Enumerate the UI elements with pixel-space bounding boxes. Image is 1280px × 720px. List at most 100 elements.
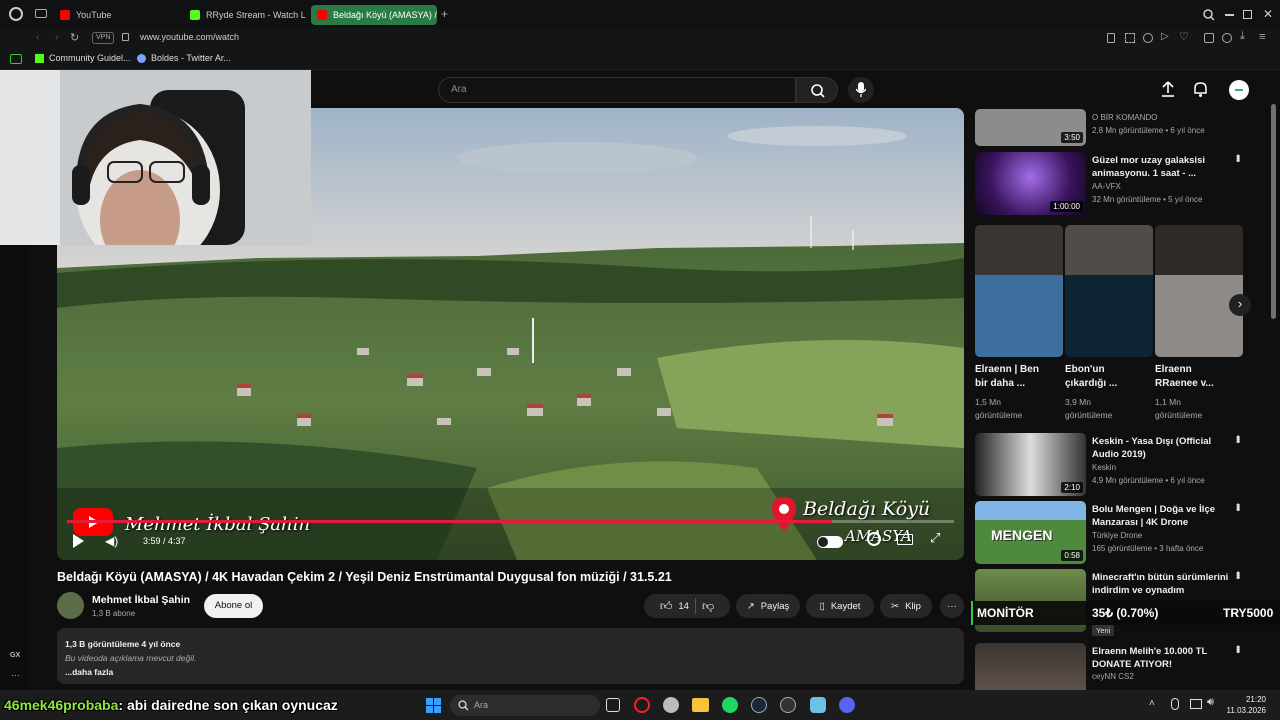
new-tab-plus-icon[interactable]: +: [441, 7, 448, 21]
like-count[interactable]: 14: [678, 601, 689, 612]
more-actions-button[interactable]: ···: [940, 594, 964, 618]
pin-icon[interactable]: [1107, 33, 1115, 43]
miniplayer-icon[interactable]: [897, 534, 913, 545]
upload-icon[interactable]: [1161, 81, 1175, 97]
short-thumbnail[interactable]: [975, 225, 1063, 357]
progress-fill: [67, 520, 833, 523]
search-input[interactable]: Ara: [438, 77, 796, 103]
channel-avatar[interactable]: [57, 592, 84, 619]
more-vert-icon[interactable]: •••: [1231, 503, 1245, 510]
bell-icon[interactable]: [1193, 81, 1208, 97]
close-icon[interactable]: ✕: [1263, 7, 1273, 21]
progress-bar[interactable]: [67, 520, 954, 523]
snapshot-icon[interactable]: [1125, 33, 1135, 43]
profile-icon[interactable]: [1222, 33, 1232, 43]
volume-icon[interactable]: ◀): [105, 534, 118, 548]
rec-title: Minecraft'ın bütün sürümlerini indirdim …: [1092, 572, 1229, 596]
search-tabs-icon[interactable]: [1203, 9, 1215, 21]
subscribe-button[interactable]: Abone ol: [204, 594, 263, 618]
like-icon[interactable]: 👍︎: [660, 599, 673, 614]
video-overlay-name: Mehmet İkbal Şahin: [125, 514, 311, 535]
play-button[interactable]: [73, 534, 84, 548]
channel-name[interactable]: Mehmet İkbal Şahin: [92, 594, 190, 606]
clock[interactable]: 21:20 11.03.2026: [1226, 694, 1266, 716]
tray-mic-icon[interactable]: [1171, 698, 1179, 710]
rec-channel: ceyNN CS2: [1092, 672, 1134, 681]
spotify-icon[interactable]: [722, 697, 738, 713]
mic-icon: [856, 82, 866, 97]
fullscreen-icon[interactable]: ⤢: [930, 530, 940, 546]
menu-icon[interactable]: ≡: [1259, 31, 1265, 43]
save-button[interactable]: ▯ Kaydet: [806, 594, 874, 618]
file-explorer-icon[interactable]: [692, 698, 709, 712]
windows-start-icon[interactable]: [426, 698, 441, 713]
more-vert-icon[interactable]: •••: [1231, 154, 1245, 161]
tab-youtube[interactable]: YouTube: [54, 5, 176, 25]
workspaces-icon[interactable]: [35, 9, 47, 18]
maximize-icon[interactable]: [1243, 10, 1252, 19]
obs-icon[interactable]: [780, 697, 796, 713]
discord-icon[interactable]: [839, 697, 855, 713]
autoplay-toggle[interactable]: [817, 536, 843, 548]
gx-label[interactable]: GX: [10, 652, 20, 659]
steam-icon[interactable]: [751, 697, 767, 713]
app-icon[interactable]: [810, 697, 826, 713]
tray-volume-icon[interactable]: 🔊︎: [1207, 696, 1214, 709]
reload-icon[interactable]: ↻: [70, 31, 79, 44]
more-vert-icon[interactable]: •••: [1231, 571, 1245, 578]
voice-search-button[interactable]: [848, 77, 874, 103]
more-vert-icon[interactable]: •••: [1231, 435, 1245, 442]
short-title[interactable]: Ebon'un çıkardığı ...: [1065, 363, 1137, 391]
recommendation-item[interactable]: Elraenn Melih'e 10.000 TL DONATE ATIYOR!…: [975, 643, 1245, 690]
recommendation-item[interactable]: 1:00:00 Güzel mor uzay galaksisi animasy…: [975, 152, 1245, 215]
download-icon[interactable]: ⤓: [1240, 30, 1245, 43]
chatgpt-taskbar-icon[interactable]: [663, 697, 679, 713]
chevron-right-icon[interactable]: ›: [1229, 294, 1251, 316]
aria-icon[interactable]: [10, 54, 22, 64]
task-view-icon[interactable]: [606, 698, 620, 712]
recommendation-item[interactable]: MENGEN 0:58 Bolu Mengen | Doğa ve İlçe M…: [975, 501, 1245, 564]
url-field[interactable]: www.youtube.com/watch: [140, 32, 239, 42]
tab-rryde-stream[interactable]: RRyde Stream - Watch Li: [184, 5, 306, 25]
scrollbar-thumb[interactable]: [1271, 104, 1276, 319]
opera-logo-icon[interactable]: [9, 7, 23, 21]
back-icon[interactable]: ‹: [36, 32, 39, 43]
bookmark-community[interactable]: Community Guidel...: [35, 53, 131, 63]
short-thumbnail[interactable]: [1065, 225, 1153, 357]
video-thumbnail: 3:50: [975, 109, 1086, 146]
tray-display-icon[interactable]: [1190, 699, 1202, 709]
extensions-icon[interactable]: [1204, 33, 1214, 43]
adblock-icon[interactable]: [1143, 33, 1153, 43]
taskbar-search[interactable]: Ara: [450, 695, 600, 716]
tab-label: YouTube: [76, 10, 112, 20]
description-box[interactable]: 1,3 B görüntüleme 4 yıl önce Bu videoda …: [57, 628, 964, 684]
recommendation-item[interactable]: 3:50 O BİR KOMANDO 2,8 Mn görüntüleme • …: [975, 96, 1245, 150]
vpn-badge[interactable]: VPN: [92, 32, 115, 44]
tab-label: RRyde Stream - Watch Li: [206, 10, 306, 20]
description-more[interactable]: ...daha fazla: [65, 665, 956, 679]
video-thumbnail: [975, 643, 1086, 690]
clip-button[interactable]: ✂ Klip: [880, 594, 932, 618]
clock-time: 21:20: [1245, 695, 1266, 704]
more-vert-icon[interactable]: •••: [1231, 645, 1245, 652]
search-button[interactable]: [796, 77, 838, 103]
bookmark-label: Boldes - Twitter Ar...: [151, 53, 231, 63]
opera-gx-taskbar-icon[interactable]: [634, 697, 650, 713]
player-icon[interactable]: ▷: [1161, 31, 1169, 42]
video-overlay-place: Beldağı Köyü: [803, 498, 931, 520]
dislike-icon[interactable]: 👎︎: [702, 599, 714, 614]
forward-icon[interactable]: ›: [55, 32, 58, 43]
rec-meta: 4,9 Mn görüntüleme • 6 yıl önce: [1092, 476, 1205, 485]
short-title[interactable]: Elraenn | Ben bir daha ...: [975, 363, 1047, 391]
settings-gear-icon[interactable]: [867, 532, 881, 546]
bookmark-boldes[interactable]: Boldes - Twitter Ar...: [137, 53, 231, 63]
tab-beldagi-active[interactable]: Beldağı Köyü (AMASYA) /: [311, 5, 437, 25]
share-button[interactable]: ↗ Paylaş: [736, 594, 800, 618]
heart-icon[interactable]: ♡: [1179, 30, 1189, 43]
tray-chevron-up-icon[interactable]: ˄: [1149, 698, 1155, 709]
more-icon[interactable]: ···: [11, 670, 20, 680]
recommendation-item[interactable]: 2:10 Keskin - Yasa Dışı (Official Audio …: [975, 433, 1245, 496]
minimize-icon[interactable]: [1225, 14, 1234, 16]
short-title[interactable]: Elraenn RRaenee v...: [1155, 363, 1227, 391]
short-thumbnail[interactable]: [1155, 225, 1243, 357]
